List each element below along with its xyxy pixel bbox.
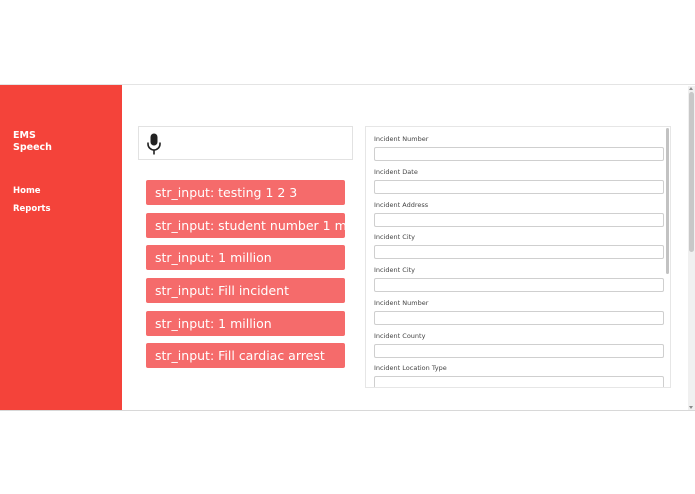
incident-location-type-label: Incident Location Type <box>374 364 447 372</box>
incident-date-label: Incident Date <box>374 168 418 176</box>
incident-city-label: Incident City <box>374 233 416 241</box>
app-brand: EMS Speech <box>13 130 103 154</box>
incident-number-2-label: Incident Number <box>374 299 429 307</box>
incident-address-label: Incident Address <box>374 201 429 209</box>
scrollbar-thumb[interactable] <box>689 92 694 252</box>
utterance-item: str_input: testing 1 2 3 <box>146 180 345 205</box>
utterance-item: str_input: 1 million <box>146 311 345 336</box>
incident-date-field[interactable] <box>374 180 664 194</box>
sidebar: EMS Speech Home Reports <box>0 85 122 410</box>
incident-city-2-label: Incident City <box>374 266 416 274</box>
incident-number-2-field[interactable] <box>374 311 664 325</box>
incident-address-field[interactable] <box>374 213 664 227</box>
microphone-icon[interactable] <box>146 133 162 155</box>
utterance-item: str_input: Fill incident <box>146 278 345 303</box>
utterance-item: str_input: student number 1 million <box>146 213 376 238</box>
nav-reports-link[interactable]: Reports <box>13 204 51 214</box>
utterance-item: str_input: Fill cardiac arrest <box>146 343 345 368</box>
incident-number-label: Incident Number <box>374 135 429 143</box>
brand-line-1: EMS <box>13 130 36 141</box>
form-scrollbar[interactable] <box>666 128 669 274</box>
scroll-up-arrow-icon[interactable] <box>689 87 693 90</box>
incident-number-field[interactable] <box>374 147 664 161</box>
page-scrollbar[interactable] <box>688 86 695 410</box>
incident-city-2-field[interactable] <box>374 278 664 292</box>
app-window: EMS Speech Home Reports str_input: testi… <box>0 84 695 411</box>
brand-line-2: Speech <box>13 142 52 153</box>
nav-home-link[interactable]: Home <box>13 186 41 196</box>
incident-county-label: Incident County <box>374 332 426 340</box>
incident-location-type-field[interactable] <box>374 376 664 387</box>
speech-input-box <box>138 126 353 160</box>
scroll-down-arrow-icon[interactable] <box>689 406 693 409</box>
incident-city-field[interactable] <box>374 245 664 259</box>
utterance-item: str_input: 1 million <box>146 245 345 270</box>
incident-county-field[interactable] <box>374 344 664 358</box>
incident-form: Incident Number Incident Date Incident A… <box>365 126 671 388</box>
